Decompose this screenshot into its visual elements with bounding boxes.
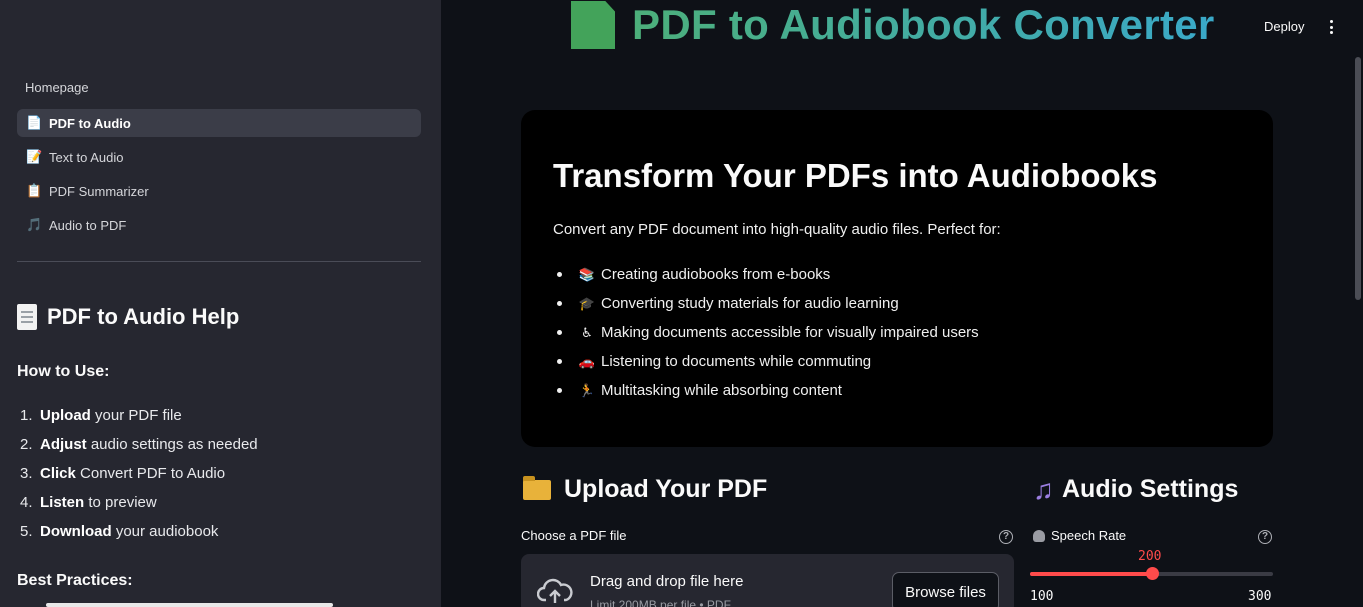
document-icon: 📄 xyxy=(26,115,43,130)
list-item: 🏃 Multitasking while absorbing content xyxy=(557,376,979,405)
deploy-button[interactable]: Deploy xyxy=(1264,19,1304,34)
speech-rate-slider[interactable] xyxy=(1030,567,1273,580)
list-item: 🎓 Converting study materials for audio le… xyxy=(557,289,979,318)
help-icon[interactable]: ? xyxy=(999,530,1013,544)
help-heading-text: PDF to Audio Help xyxy=(47,304,240,329)
sidebar-item-pdf-summarizer[interactable]: 📋 PDF Summarizer xyxy=(17,177,421,205)
list-item: 3. Click Convert PDF to Audio xyxy=(20,465,226,482)
audio-settings-heading: ♫ Audio Settings xyxy=(1033,473,1239,505)
sidebar-item-label: PDF to Audio xyxy=(49,115,131,131)
sidebar-item-homepage[interactable]: Homepage xyxy=(25,80,89,95)
intro-card: Transform Your PDFs into Audiobooks Conv… xyxy=(521,110,1273,447)
sidebar-scrollbar[interactable] xyxy=(46,603,333,607)
slider-max: 300 xyxy=(1248,589,1272,604)
slider-fill xyxy=(1030,572,1152,576)
music-note-icon: 🎵 xyxy=(26,217,43,232)
list-item: 4. Listen to preview xyxy=(20,494,157,511)
memo-icon: 📝 xyxy=(26,149,43,164)
list-item: 2. Adjust audio settings as needed xyxy=(20,436,258,453)
sidebar-item-label: PDF Summarizer xyxy=(49,183,149,199)
sidebar-item-text-to-audio[interactable]: 📝 Text to Audio xyxy=(17,143,421,171)
intro-lead: Convert any PDF document into high-quali… xyxy=(553,221,1001,238)
music-note-icon: ♫ xyxy=(1033,473,1054,505)
slider-min: 100 xyxy=(1030,589,1054,604)
file-dropzone[interactable]: Drag and drop file here Limit 200MB per … xyxy=(521,554,1014,607)
document-icon xyxy=(17,304,37,330)
help-icon[interactable]: ? xyxy=(1258,530,1272,544)
sidebar-divider xyxy=(17,261,421,262)
dropzone-instruction: Drag and drop file here xyxy=(590,573,744,590)
graduation-cap-icon: 🎓 xyxy=(578,295,596,311)
help-heading: PDF to Audio Help xyxy=(17,304,239,330)
clipboard-icon: 📋 xyxy=(26,183,43,198)
best-practices-heading: Best Practices: xyxy=(17,572,133,589)
more-menu-icon[interactable] xyxy=(1325,18,1337,36)
sidebar-item-label: Text to Audio xyxy=(49,149,124,165)
list-item: 1. Upload your PDF file xyxy=(20,407,182,424)
folder-icon xyxy=(523,475,551,500)
list-item: 🚗 Listening to documents while commuting xyxy=(557,347,979,376)
list-item: 5. Download your audiobook xyxy=(20,523,219,540)
sidebar-item-audio-to-pdf[interactable]: 🎵 Audio to PDF xyxy=(17,211,421,239)
sidebar-nav: 📄 PDF to Audio 📝 Text to Audio 📋 PDF Sum… xyxy=(17,109,421,245)
speech-rate-label: Speech Rate xyxy=(1033,528,1126,543)
speaking-head-icon xyxy=(1033,529,1045,542)
browse-files-button[interactable]: Browse files xyxy=(892,572,999,607)
upload-heading: Upload Your PDF xyxy=(523,475,767,504)
sidebar-item-pdf-to-audio[interactable]: 📄 PDF to Audio xyxy=(17,109,421,137)
steps-list: 1. Upload your PDF file 2. Adjust audio se… xyxy=(20,406,258,551)
slider-thumb[interactable] xyxy=(1145,567,1159,580)
main-scrollbar[interactable] xyxy=(1355,57,1361,300)
dropzone-limit: Limit 200MB per file • PDF xyxy=(590,598,731,607)
page-title: PDF to Audiobook Converter xyxy=(571,0,1215,50)
accessibility-icon: ♿ xyxy=(581,324,593,340)
list-item: ♿ Making documents accessible for visuall… xyxy=(557,318,979,347)
how-to-use-heading: How to Use: xyxy=(17,363,110,380)
cloud-upload-icon xyxy=(537,578,573,603)
car-icon: 🚗 xyxy=(578,353,596,369)
intro-heading: Transform Your PDFs into Audiobooks xyxy=(553,157,1158,194)
speech-rate-value: 200 xyxy=(1138,549,1162,564)
runner-icon: 🏃 xyxy=(578,382,596,398)
books-icon: 📚 xyxy=(578,266,596,282)
sidebar-item-label: Audio to PDF xyxy=(49,217,127,233)
list-item: 📚 Creating audiobooks from e-books xyxy=(557,260,979,289)
page-title-text: PDF to Audiobook Converter xyxy=(632,1,1215,48)
use-case-list: 📚 Creating audiobooks from e-books 🎓 Conve… xyxy=(557,260,979,405)
file-uploader-label: Choose a PDF file xyxy=(521,528,627,543)
document-icon xyxy=(571,1,615,49)
sidebar: Homepage 📄 PDF to Audio 📝 Text to Audio … xyxy=(0,0,441,607)
